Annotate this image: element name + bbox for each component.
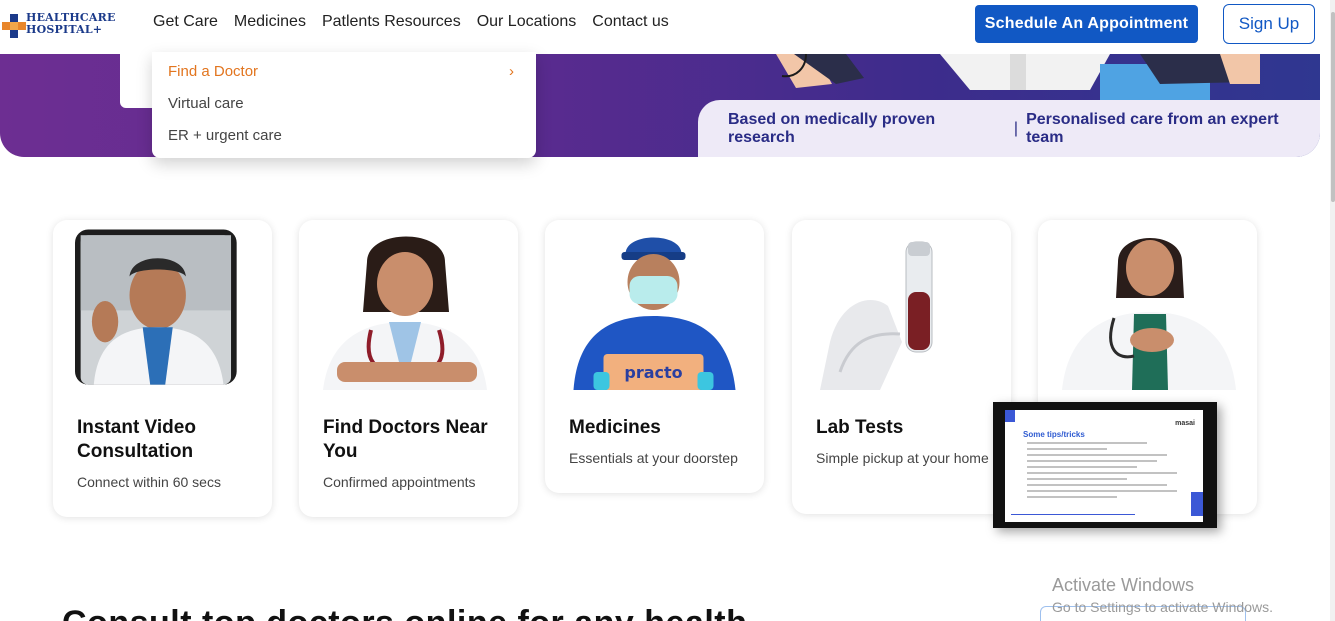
delivery-man-image: practo xyxy=(563,222,747,390)
slide-text-line xyxy=(1027,478,1127,480)
page-scrollbar[interactable] xyxy=(1330,0,1335,621)
service-card-medicines[interactable]: practo Medicines Essentials at your door… xyxy=(545,220,764,493)
nav-our-locations[interactable]: Our Locations xyxy=(477,12,577,32)
slide-text-line xyxy=(1027,472,1177,474)
cross-logo-icon xyxy=(2,14,26,38)
video-slide-title: Some tips/tricks xyxy=(1023,430,1085,439)
nav-medicines[interactable]: Medicines xyxy=(234,12,306,32)
video-doctor-image xyxy=(75,229,237,385)
test-tube-image xyxy=(810,222,993,390)
card-title: Lab Tests xyxy=(816,417,904,438)
card-title: Instant Video Consultation xyxy=(77,417,196,462)
video-brand-label: masai xyxy=(1175,420,1195,427)
slide-text-line xyxy=(1027,496,1117,498)
card-subtitle: Connect within 60 secs xyxy=(77,474,221,490)
slide-corner-accent xyxy=(1191,492,1203,516)
doctor-image xyxy=(317,222,500,390)
doctor-hand-illustration xyxy=(776,54,864,88)
surgeon-image xyxy=(1056,222,1239,390)
get-care-dropdown: Find a Doctor › Virtual care ER + urgent… xyxy=(152,52,536,158)
card-title: Medicines xyxy=(569,417,661,438)
activate-windows-title: Activate Windows xyxy=(1052,575,1195,595)
slide-text-line xyxy=(1027,442,1147,444)
ribbon-separator: | xyxy=(1013,119,1019,137)
ribbon-expert-text: Personalised care from an expert team xyxy=(1026,110,1279,146)
ribbon-research-text: Based on medically proven research xyxy=(728,110,936,146)
card-title: Find Doctors Near You xyxy=(323,417,488,462)
activate-windows-subtitle: Go to Settings to activate Windows. xyxy=(1052,599,1273,615)
slide-text-line xyxy=(1027,460,1157,462)
dropdown-item-label: Find a Doctor xyxy=(168,63,259,80)
service-card-video-consultation[interactable]: Instant Video Consultation Connect withi… xyxy=(53,220,272,517)
section-headline: Consult top doctors online for any healt… xyxy=(62,604,747,621)
dropdown-item-find-a-doctor[interactable]: Find a Doctor › xyxy=(152,56,536,88)
dropdown-item-virtual-care[interactable]: Virtual care xyxy=(152,88,536,120)
nav-get-care[interactable]: Get Care xyxy=(153,12,218,32)
logo-text: HEALTHCARE HOSPITAL+ xyxy=(26,11,116,36)
slide-divider xyxy=(1011,514,1135,515)
hero-ribbon: Based on medically proven research | Per… xyxy=(698,100,1320,157)
slide-text-line xyxy=(1027,454,1167,456)
slide-text-line xyxy=(1027,448,1107,450)
top-header: HEALTHCARE HOSPITAL+ Get Care Medicines … xyxy=(0,0,1330,54)
service-card-find-doctors[interactable]: Find Doctors Near You Confirmed appointm… xyxy=(299,220,518,517)
nav-contact-us[interactable]: Contact us xyxy=(592,12,668,32)
slide-text-line xyxy=(1027,466,1137,468)
main-nav: Get Care Medicines Patlents Resources Ou… xyxy=(153,12,685,32)
service-card-lab-tests[interactable]: Lab Tests Simple pickup at your home xyxy=(792,220,1011,514)
card-subtitle: Essentials at your doorstep xyxy=(569,450,738,466)
nav-patients-resources[interactable]: Patlents Resources xyxy=(322,12,461,32)
video-slide: Some tips/tricks masai xyxy=(1005,410,1203,522)
clipboard-hand-illustration xyxy=(1100,54,1260,100)
dropdown-item-er-urgent-care[interactable]: ER + urgent care xyxy=(152,120,536,152)
schedule-appointment-button[interactable]: Schedule An Appointment xyxy=(975,5,1198,43)
card-subtitle: Simple pickup at your home xyxy=(816,450,989,466)
video-thumbnail-overlay[interactable]: Some tips/tricks masai xyxy=(993,402,1217,528)
practo-box-label: practo xyxy=(624,363,682,382)
page: HEALTHCARE HOSPITAL+ Get Care Medicines … xyxy=(0,0,1335,621)
slide-text-line xyxy=(1027,490,1177,492)
scrollbar-thumb[interactable] xyxy=(1331,12,1335,202)
doctor-coat-illustration xyxy=(940,54,1110,90)
slide-text-line xyxy=(1027,484,1167,486)
slide-accent-bar xyxy=(1005,410,1015,422)
sign-up-button[interactable]: Sign Up xyxy=(1223,4,1315,44)
hospital-logo[interactable]: HEALTHCARE HOSPITAL+ xyxy=(0,10,120,42)
chevron-right-icon: › xyxy=(509,63,514,80)
card-subtitle: Confirmed appointments xyxy=(323,474,476,490)
